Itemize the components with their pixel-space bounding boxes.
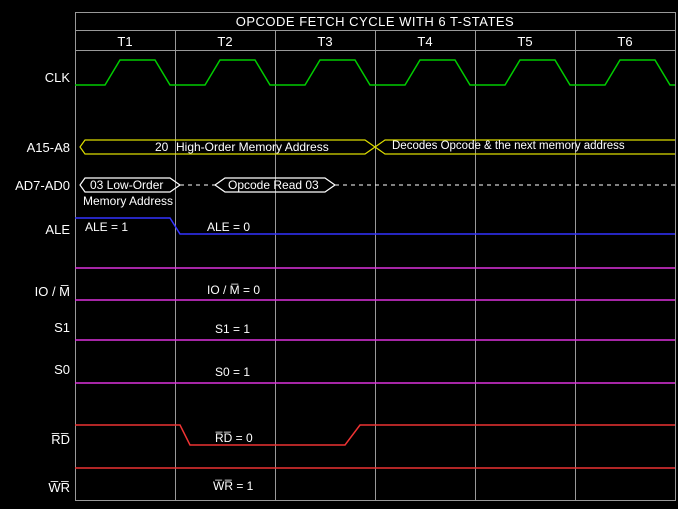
iom-val: IO / M̅ = 0 <box>207 283 260 297</box>
addr-hi-phase2: Decodes Opcode & the next memory address <box>392 140 625 152</box>
ale-lo: ALE = 0 <box>207 220 250 234</box>
signal-label-a15a8: A15-A8 <box>27 140 70 155</box>
wr-val: W̅R̅ = 1 <box>213 479 253 493</box>
s1-val: S1 = 1 <box>215 322 250 336</box>
signal-label-wr: W̅R̅ <box>48 480 70 495</box>
signal-label-ad7ad0: AD7-AD0 <box>15 178 70 193</box>
addr-hi-value: 20 <box>155 140 168 154</box>
waveforms <box>75 0 675 509</box>
ad-opcode: Opcode Read 03 <box>228 178 319 192</box>
ale-hi: ALE = 1 <box>85 220 128 234</box>
ad-low: 03 Low-Order <box>90 178 163 192</box>
signal-label-s0: S0 <box>54 362 70 377</box>
signal-label-clk: CLK <box>45 70 70 85</box>
s0-val: S0 = 1 <box>215 365 250 379</box>
ad-low-sub: Memory Address <box>83 194 173 208</box>
rd-val: R̅D̅ = 0 <box>215 431 253 445</box>
signal-label-rd: R̅D̅ <box>51 432 70 447</box>
timing-diagram: OPCODE FETCH CYCLE WITH 6 T-STATES T1 T2… <box>0 0 678 509</box>
signal-label-iom: IO / M̅ <box>35 284 70 299</box>
signal-label-s1: S1 <box>54 320 70 335</box>
signal-label-ale: ALE <box>45 222 70 237</box>
addr-hi-text: High-Order Memory Address <box>176 140 329 154</box>
